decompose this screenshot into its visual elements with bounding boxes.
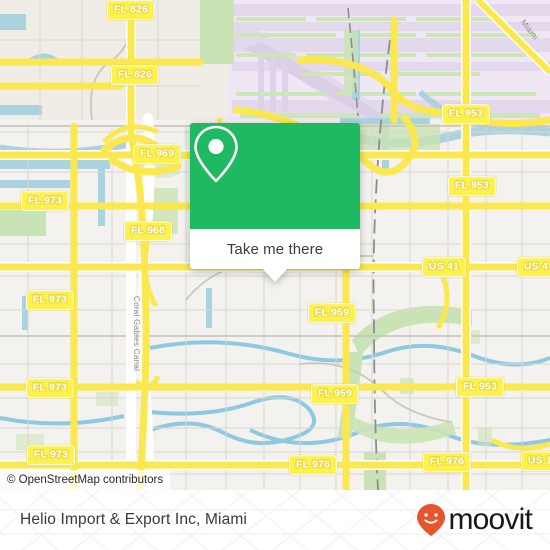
moovit-pin-icon	[417, 504, 446, 536]
road-shield: FL 976	[288, 455, 338, 475]
road-shield: FL 969	[132, 144, 182, 164]
road-shield: FL 973	[25, 290, 75, 310]
location-pin-icon	[194, 125, 238, 183]
road-shield: FL 953	[441, 104, 491, 124]
road-shield: FL 826	[106, 0, 156, 20]
road-shield: FL 973	[26, 445, 76, 465]
moovit-map-screen: FL 826 FL 826 FL 953 FL 969 FL 953 FL 973 FL 9…	[0, 0, 550, 550]
popup-pin-area	[190, 123, 360, 229]
street-name-label: Coral Gables Canal	[132, 296, 141, 372]
road-shield: FL 976	[422, 452, 472, 472]
map-canvas[interactable]: FL 826 FL 826 FL 953 FL 969 FL 953 FL 973 FL 9…	[0, 0, 550, 490]
road-shield: US 41	[421, 257, 467, 277]
road-shield: FL 953	[455, 377, 505, 397]
place-popup-card[interactable]: Take me there	[190, 123, 360, 282]
road-shield: FL 973	[20, 191, 70, 211]
moovit-wordmark: moovit	[448, 503, 532, 536]
take-me-there-button[interactable]: Take me there	[190, 229, 360, 282]
popup-tail	[262, 268, 288, 282]
map-attribution[interactable]: © OpenStreetMap contributors	[0, 469, 171, 490]
place-title: Helio Import & Export Inc, Miami	[20, 511, 248, 528]
road-shield: US 1	[520, 451, 550, 471]
road-shield: US 4	[516, 257, 550, 277]
road-shield: FL 973	[25, 378, 75, 398]
road-shield: FL 826	[110, 65, 160, 85]
road-shield: FL 959	[307, 303, 357, 323]
road-shield: FL 953	[447, 176, 497, 196]
road-shield: FL 959	[310, 384, 360, 404]
road-shield: FL 968	[123, 221, 173, 241]
footer-bar: Helio Import & Export Inc, Miami moovit	[0, 490, 550, 550]
take-me-there-label: Take me there	[226, 240, 324, 258]
moovit-logo[interactable]: moovit	[416, 503, 533, 537]
